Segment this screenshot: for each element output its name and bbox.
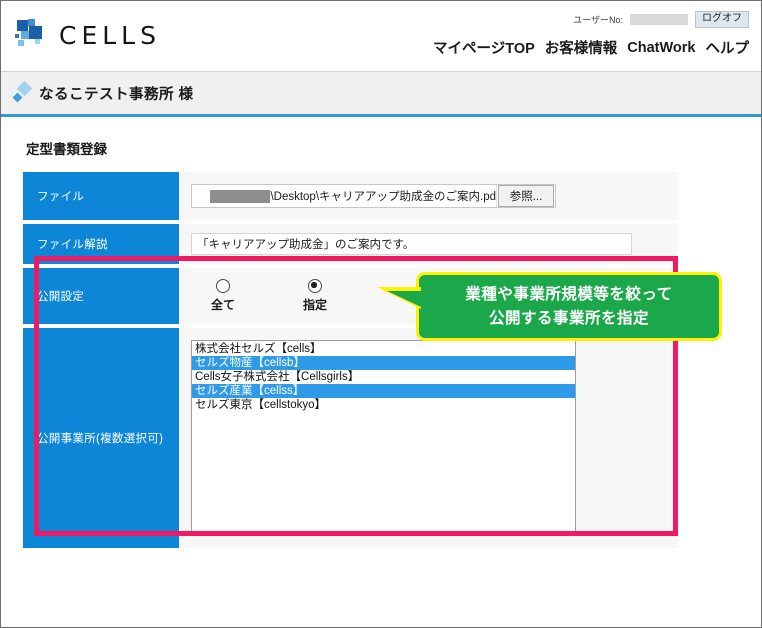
- list-item[interactable]: 株式会社セルズ【cells】: [192, 342, 575, 356]
- site-header: CELLS ユーザーNo: ログオフ マイページTOP お客様情報 ChatWo…: [1, 1, 761, 72]
- list-item[interactable]: セルズ東京【cellstokyo】: [192, 398, 575, 412]
- nav-item-help[interactable]: ヘルプ: [706, 37, 750, 58]
- form-row-file: ファイル \Desktop\キャリアアップ助成金のご案内.pd 参照...: [23, 172, 678, 220]
- form-row-description: ファイル解説 「キャリアアップ助成金」のご案内です。: [23, 224, 678, 264]
- file-path-masked-segment: [210, 189, 271, 203]
- main-content: 定型書類登録 ファイル \Desktop\キャリアアップ助成金のご案内.pd 参…: [1, 117, 761, 627]
- cells-logo-icon: [15, 17, 51, 53]
- publish-setting-radio-group: 全て 指定: [191, 279, 341, 313]
- office-name: なるこテスト事務所 様: [39, 87, 194, 103]
- page-title: 定型書類登録: [26, 142, 107, 157]
- form-field-offices: 株式会社セルズ【cells】 セルズ物産【cellsb】 Cells女子株式会社…: [179, 328, 678, 548]
- user-no-label: ユーザーNo:: [573, 15, 623, 25]
- app-window: CELLS ユーザーNo: ログオフ マイページTOP お客様情報 ChatWo…: [0, 0, 762, 628]
- form-label-publish-setting: 公開設定: [23, 268, 179, 324]
- cells-logo-text: CELLS: [59, 20, 161, 50]
- radio-option-all[interactable]: 全て: [197, 279, 249, 313]
- browse-button[interactable]: 参照...: [498, 185, 554, 207]
- callout-text-line-2: 公開する事業所を指定: [488, 309, 649, 327]
- nav-item-mypage-top[interactable]: マイページTOP: [433, 37, 535, 58]
- document-registration-form: ファイル \Desktop\キャリアアップ助成金のご案内.pd 参照... ファ…: [23, 172, 678, 548]
- callout-annotation: 業種や事業所規模等を絞って 公開する事業所を指定: [377, 272, 722, 341]
- user-info-row: ユーザーNo: ログオフ: [573, 11, 749, 28]
- radio-button-icon-all[interactable]: [216, 279, 230, 293]
- global-nav: マイページTOP お客様情報 ChatWork ヘルプ: [433, 37, 749, 58]
- description-input[interactable]: 「キャリアアップ助成金」のご案内です。: [191, 233, 632, 255]
- user-no-masked-value: [630, 14, 688, 25]
- list-item[interactable]: Cells女子株式会社【Cellsgirls】: [192, 370, 575, 384]
- form-label-offices: 公開事業所(複数選択可): [23, 328, 179, 548]
- form-field-file: \Desktop\キャリアアップ助成金のご案内.pd 参照...: [179, 172, 678, 220]
- file-path-text: \Desktop\キャリアアップ助成金のご案内.pd: [270, 191, 496, 203]
- offices-listbox[interactable]: 株式会社セルズ【cells】 セルズ物産【cellsb】 Cells女子株式会社…: [191, 340, 576, 536]
- list-item[interactable]: セルズ物産【cellsb】: [192, 356, 575, 370]
- cells-logo[interactable]: CELLS: [15, 17, 161, 53]
- radio-label-all: 全て: [210, 298, 235, 312]
- file-input-group[interactable]: \Desktop\キャリアアップ助成金のご案内.pd 参照...: [191, 184, 556, 208]
- file-path-input[interactable]: \Desktop\キャリアアップ助成金のご案内.pd: [192, 185, 497, 207]
- form-row-offices: 公開事業所(複数選択可) 株式会社セルズ【cells】 セルズ物産【cellsb…: [23, 328, 678, 548]
- office-title-bar: なるこテスト事務所 様: [1, 72, 761, 117]
- radio-option-specified[interactable]: 指定: [289, 279, 341, 313]
- form-label-description: ファイル解説: [23, 224, 179, 264]
- form-label-file: ファイル: [23, 172, 179, 220]
- radio-button-icon-specified[interactable]: [308, 279, 322, 293]
- callout-tail-fill: [387, 291, 421, 307]
- form-field-description: 「キャリアアップ助成金」のご案内です。: [179, 224, 678, 264]
- list-item[interactable]: セルズ産業【cellss】: [192, 384, 575, 398]
- diamond-bullet-icon: [12, 80, 33, 103]
- nav-item-chatwork[interactable]: ChatWork: [627, 40, 695, 56]
- nav-item-customer-info[interactable]: お客様情報: [545, 37, 618, 58]
- callout-text-line-1: 業種や事業所規模等を絞って: [465, 285, 673, 303]
- radio-label-specified: 指定: [302, 298, 327, 312]
- logoff-button[interactable]: ログオフ: [695, 11, 749, 28]
